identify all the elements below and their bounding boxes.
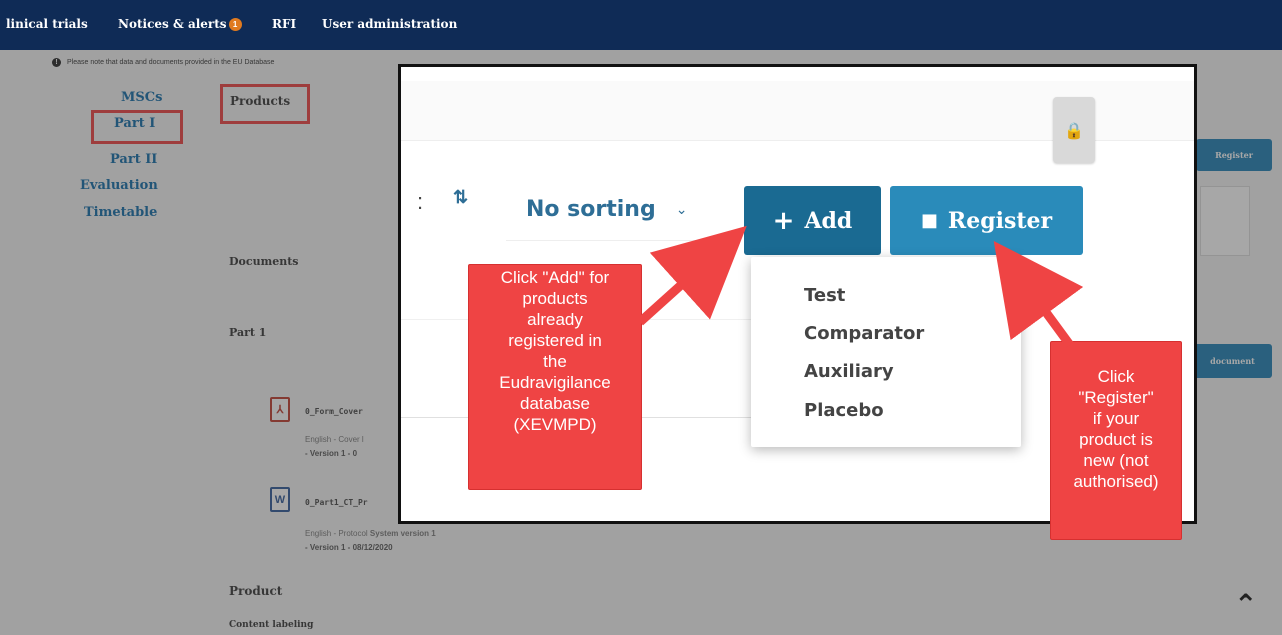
nav-clinical-trials[interactable]: linical trials [6, 17, 88, 31]
add-button-label: Add [804, 207, 853, 234]
dropdown-option-placebo[interactable]: Placebo [804, 400, 884, 421]
lock-icon[interactable]: 🔒 [1053, 97, 1095, 163]
dropdown-option-comparator[interactable]: Comparator [804, 323, 924, 344]
sort-label-colon: : [417, 189, 424, 214]
add-button[interactable]: + Add [744, 186, 881, 255]
top-navigation-bar: linical trials Notices & alerts 1 RFI Use… [0, 0, 1282, 50]
dropdown-option-test[interactable]: Test [804, 285, 845, 306]
add-dropdown-menu: Test Comparator Auxiliary Placebo [751, 257, 1021, 447]
chevron-down-icon: ⌄ [675, 201, 688, 218]
book-icon: ■ [920, 210, 938, 231]
nav-rfi[interactable]: RFI [272, 17, 296, 31]
register-button[interactable]: ■ Register [890, 186, 1083, 255]
plus-icon: + [772, 205, 795, 236]
dropdown-option-auxiliary[interactable]: Auxiliary [804, 361, 894, 382]
notification-badge: 1 [228, 18, 242, 31]
nav-notices-label: Notices & alerts [118, 17, 227, 31]
register-button-label: Register [947, 207, 1053, 234]
sort-icon: ⇅ [453, 187, 469, 207]
nav-user-administration[interactable]: User administration [322, 17, 457, 31]
callout-register: Click "Register" if your product is new … [1050, 341, 1182, 540]
sort-select[interactable]: No sorting ⌄ [506, 179, 716, 241]
sort-select-value: No sorting [526, 197, 656, 222]
nav-notices-alerts[interactable]: Notices & alerts 1 [118, 17, 242, 31]
callout-add: Click "Add" for products already registe… [468, 264, 642, 490]
scroll-to-top-icon[interactable]: ⌃ [1234, 588, 1257, 621]
